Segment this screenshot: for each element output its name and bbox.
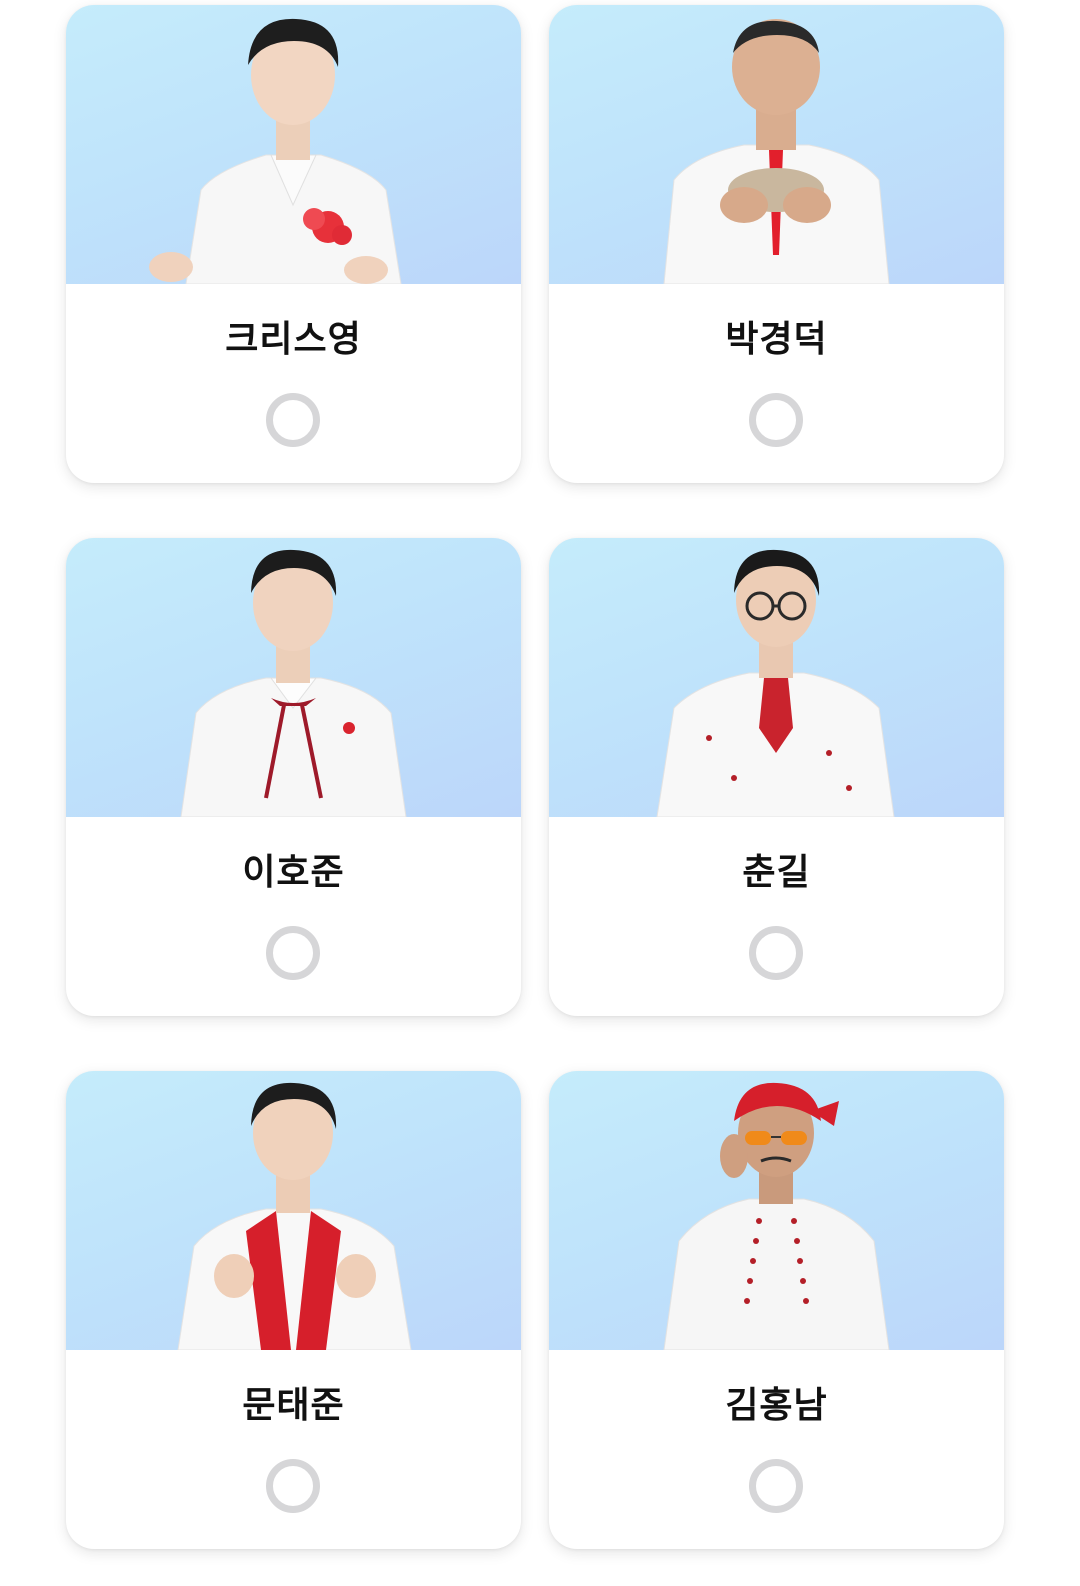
vote-radio-button[interactable] [266,926,320,980]
candidate-name: 문태준 [242,1385,345,1426]
vote-radio-button[interactable] [266,393,320,447]
portrait-image [663,19,890,284]
candidate-card-3[interactable]: 이호준 [66,538,521,1016]
candidate-name: 크리스영 [225,319,362,360]
candidate-card-6[interactable]: 김홍남 [549,1071,1004,1549]
vote-radio-button[interactable] [749,1459,803,1513]
candidate-photo [549,538,1004,817]
vote-radio-button[interactable] [749,926,803,980]
candidate-photo [549,1071,1004,1350]
vote-radio-button[interactable] [749,393,803,447]
candidate-photo [66,538,521,817]
candidate-photo [549,5,1004,284]
candidate-name: 김홍남 [725,1385,828,1426]
candidate-card-5[interactable]: 문태준 [66,1071,521,1549]
candidate-name: 이호준 [242,852,345,893]
candidate-name: 박경덕 [725,319,828,360]
candidate-photo [66,1071,521,1350]
portrait-image [180,549,407,817]
candidate-card-2[interactable]: 박경덕 [549,5,1004,483]
candidate-card-4[interactable]: 춘길 [549,538,1004,1016]
portrait-image [149,18,402,284]
vote-radio-button[interactable] [266,1459,320,1513]
candidate-card-1[interactable]: 크리스영 [66,5,521,483]
candidate-photo [66,5,521,284]
portrait-image [177,1082,412,1350]
portrait-image [663,1082,890,1350]
candidate-grid: 크리스영 박경덕 이호준 춘길 문태준 김홍남 [0,0,1080,1586]
candidate-name: 춘길 [742,852,811,893]
portrait-image [656,549,895,817]
